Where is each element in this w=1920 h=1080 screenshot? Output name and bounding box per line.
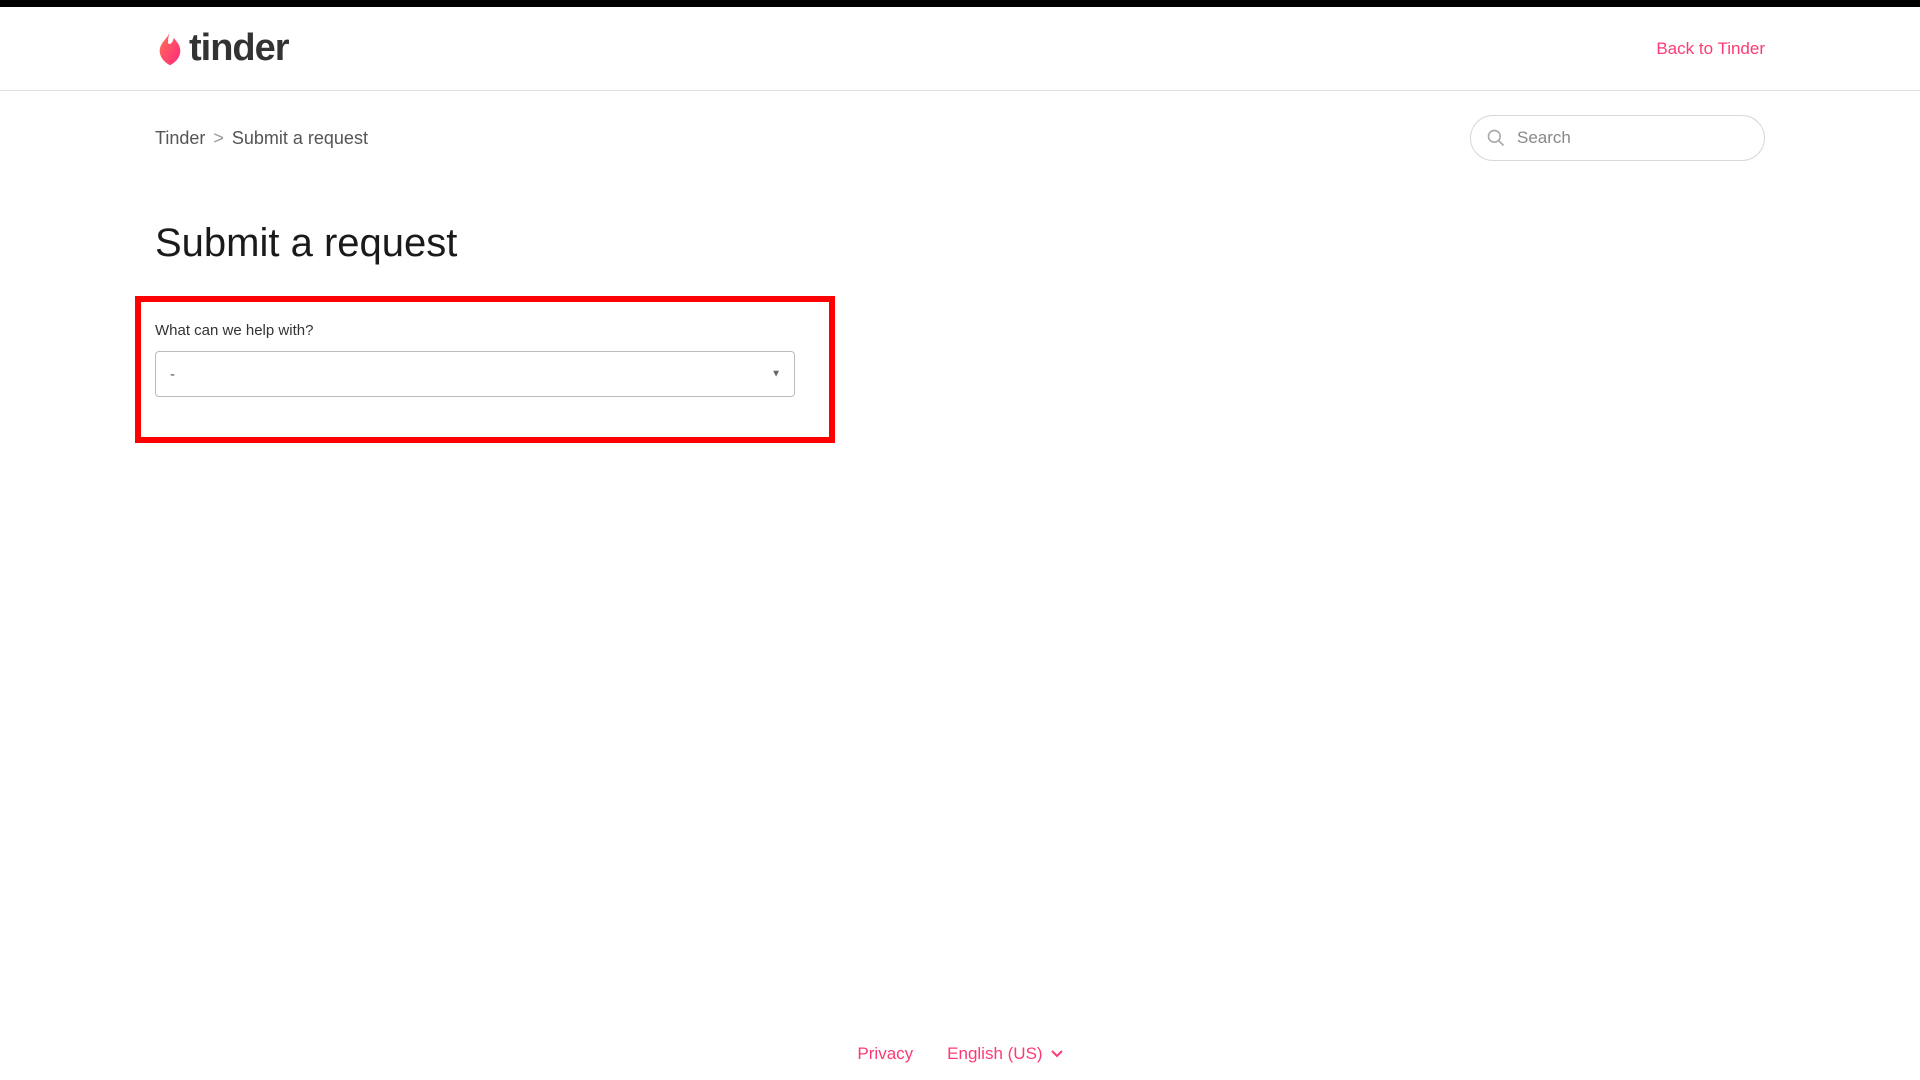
- main-content: Submit a request What can we help with? …: [0, 161, 1920, 443]
- back-to-tinder-link[interactable]: Back to Tinder: [1656, 39, 1765, 59]
- breadcrumb-root[interactable]: Tinder: [155, 128, 205, 149]
- chevron-down-icon: [1051, 1050, 1063, 1058]
- logo[interactable]: tinder: [155, 27, 289, 70]
- privacy-link[interactable]: Privacy: [857, 1044, 913, 1064]
- breadcrumb: Tinder > Submit a request: [155, 128, 368, 149]
- help-select-value: -: [170, 366, 175, 383]
- search-container: [1470, 115, 1765, 161]
- caret-down-icon: ▼: [771, 369, 781, 380]
- breadcrumb-separator: >: [213, 128, 224, 149]
- logo-text: tinder: [189, 27, 289, 70]
- search-input[interactable]: [1470, 115, 1765, 161]
- footer: Privacy English (US): [0, 1028, 1920, 1080]
- language-select[interactable]: English (US): [947, 1044, 1062, 1064]
- language-label: English (US): [947, 1044, 1042, 1064]
- search-icon: [1486, 128, 1506, 148]
- help-with-label: What can we help with?: [155, 322, 815, 339]
- page-title: Submit a request: [155, 221, 1765, 266]
- form-highlight-box: What can we help with? - ▼: [135, 296, 835, 443]
- sub-header: Tinder > Submit a request: [0, 91, 1920, 161]
- top-bar: [0, 0, 1920, 7]
- flame-icon: [155, 30, 185, 68]
- breadcrumb-current: Submit a request: [232, 128, 368, 149]
- header: tinder Back to Tinder: [0, 7, 1920, 91]
- help-select-wrap: - ▼: [155, 351, 795, 397]
- help-select[interactable]: -: [155, 351, 795, 397]
